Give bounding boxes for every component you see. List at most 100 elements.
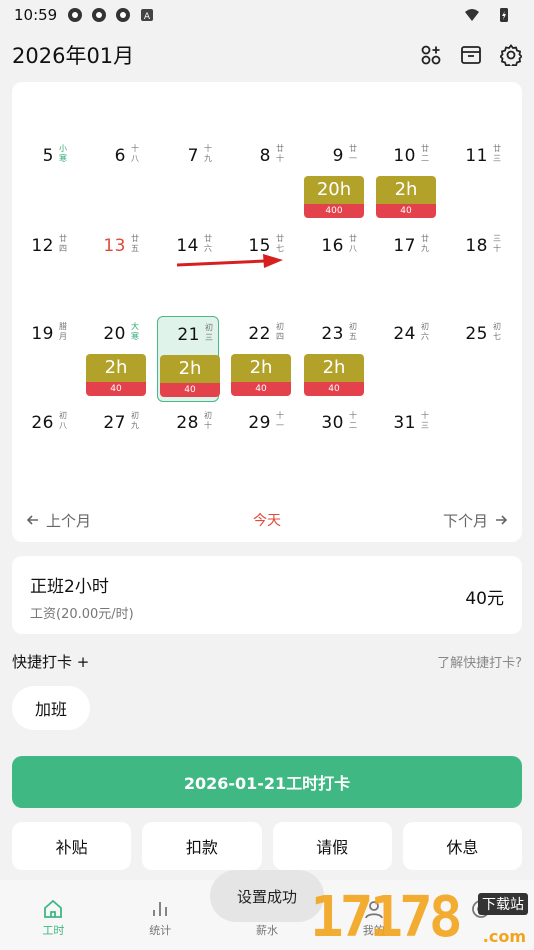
quick-punch-label[interactable]: 快捷打卡 + (12, 651, 89, 672)
day-number: 7 (187, 146, 199, 166)
watermark-number: 17178 (310, 885, 463, 950)
month-title[interactable]: 2026年01月 (12, 40, 134, 70)
quick-punch-row: 快捷打卡 + 了解快捷打卡? (12, 648, 522, 674)
day-number: 21 (177, 325, 200, 345)
hours-badge: 2h 40 (86, 354, 146, 396)
svg-text:A: A (144, 12, 151, 22)
shift-title: 正班2小时 (30, 577, 109, 597)
calendar-day[interactable]: 23 初五 2h 40 (302, 316, 364, 402)
calendar-day[interactable]: 17 廿九 (374, 228, 436, 314)
rest-button[interactable]: 休息 (402, 822, 522, 870)
calendar-day[interactable]: 30 十二 (302, 405, 364, 491)
badge-hours: 2h (304, 354, 364, 382)
badge-pay: 40 (231, 382, 291, 396)
calendar-day[interactable]: 13 廿五 (84, 228, 146, 314)
day-number: 20 (103, 324, 126, 344)
calendar-day[interactable]: 27 初九 (84, 405, 146, 491)
lunar-date: 廿一 (349, 144, 357, 163)
day-number: 25 (465, 324, 488, 344)
lunar-date: 初五 (349, 322, 357, 341)
lunar-date: 廿七 (276, 234, 284, 253)
lunar-date: 廿二 (421, 144, 429, 163)
grid-plus-icon[interactable] (420, 44, 442, 66)
next-month-label: 下个月 (442, 511, 488, 530)
day-number: 30 (321, 413, 344, 433)
tab-label: 统计 (149, 924, 172, 937)
day-number: 28 (176, 413, 199, 433)
next-month-button[interactable]: 下个月 (443, 510, 508, 531)
prev-month-button[interactable]: 上个月 (26, 510, 91, 531)
calendar-day[interactable]: 22 初四 2h 40 (229, 316, 291, 402)
day-number: 5 (42, 146, 54, 166)
badge-pay: 40 (304, 382, 364, 396)
prev-month-label: 上个月 (46, 511, 92, 530)
arrow-right-icon (496, 515, 508, 525)
lunar-date: 廿五 (131, 234, 139, 253)
lunar-date: 初九 (131, 411, 139, 430)
lunar-date: 十九 (204, 144, 212, 163)
lunar-date: 十二 (349, 411, 357, 430)
header: 2026年01月 (0, 30, 534, 80)
hours-badge: 2h 40 (304, 354, 364, 396)
lunar-date: 大寒 (131, 322, 139, 341)
header-icons (420, 44, 522, 66)
calendar-day[interactable]: 9 廿一 20h 400 (302, 138, 364, 224)
day-number: 18 (465, 236, 488, 256)
day-number: 9 (332, 146, 344, 166)
lunar-date: 廿十 (276, 144, 284, 163)
lunar-date: 十一 (276, 411, 284, 430)
calendar-day[interactable]: 31 十三 (374, 405, 436, 491)
archive-icon[interactable] (460, 44, 482, 66)
deduction-button[interactable]: 扣款 (142, 822, 262, 870)
lunar-date: 初八 (59, 411, 67, 430)
calendar-day[interactable]: 21 初三 2h 40 (157, 316, 220, 402)
calendar-day[interactable]: 29 十一 (229, 405, 291, 491)
app-icon (68, 8, 83, 22)
subsidy-button[interactable]: 补贴 (12, 822, 132, 870)
shift-amount: 40元 (465, 589, 504, 609)
calendar-day[interactable]: 20 大寒 2h 40 (84, 316, 146, 402)
badge-hours: 2h (376, 176, 436, 204)
day-number: 11 (465, 146, 488, 166)
calendar-day[interactable]: 16 廿八 (302, 228, 364, 314)
app-icon (92, 8, 107, 22)
badge-pay: 40 (160, 383, 220, 397)
calendar-day[interactable]: 11 廿三 (446, 138, 508, 224)
shift-summary-card[interactable]: 正班2小时 工资(20.00元/时) 40元 (12, 556, 522, 634)
calendar-day[interactable]: 10 廿二 2h 40 (374, 138, 436, 224)
lunar-date: 廿六 (204, 234, 212, 253)
calendar-day[interactable]: 28 初十 (157, 405, 219, 491)
quick-punch-help-link[interactable]: 了解快捷打卡? (437, 652, 522, 671)
day-number: 27 (103, 413, 126, 433)
wifi-icon (465, 9, 479, 21)
calendar-day[interactable]: 26 初八 (12, 405, 74, 491)
lunar-date: 十三 (421, 411, 429, 430)
day-number: 22 (248, 324, 271, 344)
calendar-day[interactable]: 18 三十 (446, 228, 508, 314)
lunar-date: 廿八 (349, 234, 357, 253)
calendar-day[interactable]: 6 十八 (84, 138, 146, 224)
day-number: 8 (259, 146, 271, 166)
battery-icon (500, 8, 508, 22)
overtime-chip[interactable]: 加班 (12, 686, 90, 730)
calendar-day[interactable]: 12 廿四 (12, 228, 74, 314)
calendar-day[interactable]: 25 初七 (446, 316, 508, 402)
gear-icon[interactable] (500, 44, 522, 66)
watermark-suffix: .com (482, 927, 526, 946)
tab-statistics[interactable]: 统计 (107, 880, 214, 950)
calendar-day[interactable]: 5 小寒 (12, 138, 74, 224)
day-number: 24 (393, 324, 416, 344)
leave-button[interactable]: 请假 (272, 822, 392, 870)
lunar-date: 廿四 (59, 234, 67, 253)
red-arrow-annotation (177, 254, 283, 268)
punch-button[interactable]: 2026-01-21工时打卡 (12, 756, 522, 808)
tab-label: 工时 (42, 924, 65, 937)
calendar-day[interactable]: 24 初六 (374, 316, 436, 402)
calendar-day[interactable]: 8 廿十 (229, 138, 291, 224)
calendar-day[interactable]: 7 十九 (157, 138, 219, 224)
status-bar: 10:59 A (0, 0, 534, 30)
calendar-day[interactable]: 19 腊月 (12, 316, 74, 402)
lunar-date: 初三 (205, 323, 213, 342)
badge-pay: 40 (376, 204, 436, 218)
tab-work-hours[interactable]: 工时 (0, 880, 107, 950)
